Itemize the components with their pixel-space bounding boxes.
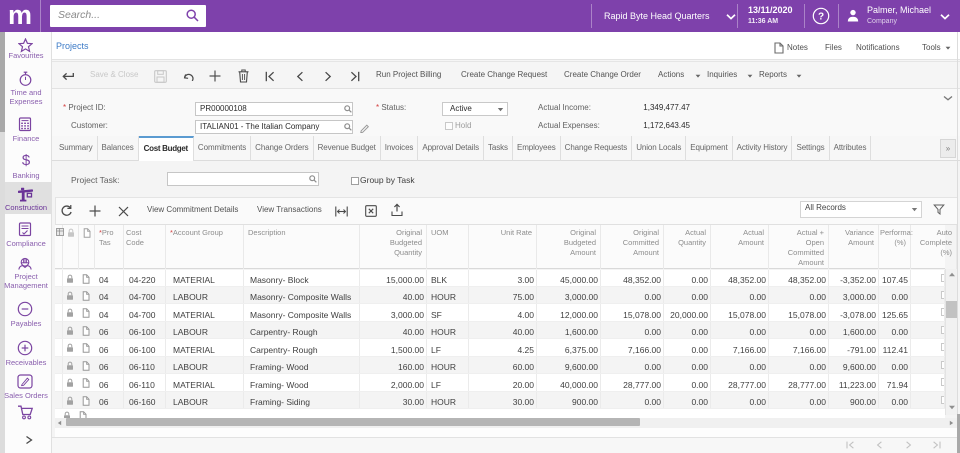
svg-text:?: ? <box>818 12 824 23</box>
